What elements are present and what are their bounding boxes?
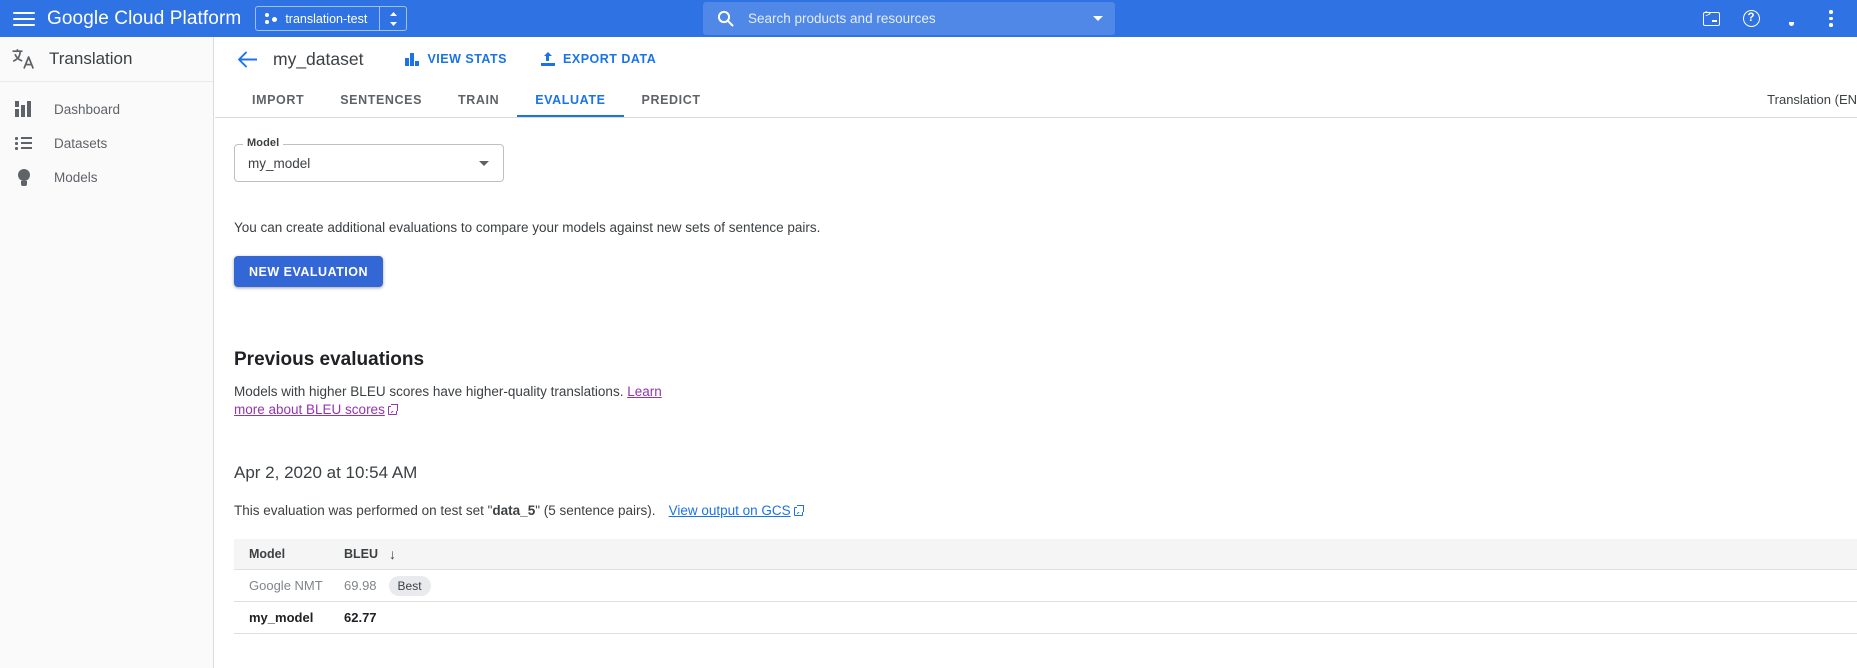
arrow-downward-icon[interactable]: ↓ [389, 546, 396, 562]
tab-sentences[interactable]: SENTENCES [322, 82, 440, 117]
open-in-new-icon [388, 406, 397, 415]
main-content: my_dataset VIEW STATS EXPORT DATA IMPORT… [215, 37, 1857, 668]
cell-bleu: 62.77 [329, 602, 1857, 634]
dashboard-icon [13, 99, 34, 120]
language-pair-label: Translation (EN [1767, 82, 1857, 117]
sidebar-item-label: Dashboard [54, 102, 120, 117]
tab-import[interactable]: IMPORT [234, 82, 322, 117]
bleu-description-text: Models with higher BLEU scores have high… [234, 384, 627, 399]
tab-train[interactable]: TRAIN [440, 82, 517, 117]
cell-model: my_model [234, 602, 329, 634]
page-title: my_dataset [273, 49, 363, 70]
project-name: translation-test [285, 12, 367, 26]
product-title: Translation [49, 49, 132, 69]
sidebar-item-models[interactable]: Models [0, 160, 213, 194]
evaluate-description: You can create additional evaluations to… [234, 220, 1857, 235]
model-select-value: my_model [248, 156, 465, 171]
list-icon [13, 133, 34, 154]
project-dots-icon [265, 12, 278, 25]
evaluate-panel: my_model Model You can create additional… [215, 144, 1857, 634]
sidebar-nav: Dashboard Datasets Models [0, 82, 213, 194]
translate-icon [11, 47, 36, 71]
lightbulb-icon [13, 167, 34, 188]
cell-bleu: 69.98 Best [329, 570, 1857, 602]
view-output-gcs-link[interactable]: View output on GCS [669, 503, 791, 518]
model-select-field: my_model Model [234, 144, 504, 182]
column-header-model[interactable]: Model [234, 539, 329, 570]
evaluation-date: Apr 2, 2020 at 10:54 AM [234, 463, 1857, 483]
evaluation-subtitle-prefix: This evaluation was performed on test se… [234, 503, 492, 518]
status-badge: Best [389, 576, 431, 596]
unfold-more-icon[interactable] [380, 7, 406, 30]
model-select-label: Model [243, 137, 283, 149]
search-dropdown-icon[interactable] [1081, 2, 1115, 35]
upload-icon [541, 52, 555, 66]
bleu-value: 69.98 [344, 578, 377, 593]
table-header-row: Model BLEU ↓ [234, 539, 1857, 570]
bar-chart-icon [405, 53, 419, 66]
top-app-bar: Google Cloud Platform translation-test [0, 0, 1857, 37]
cell-model: Google NMT [234, 570, 329, 602]
table-row[interactable]: Google NMT 69.98 Best [234, 570, 1857, 602]
sidebar-item-label: Datasets [54, 136, 107, 151]
evaluation-test-set: data_5 [492, 503, 535, 518]
table-row[interactable]: my_model 62.77 [234, 602, 1857, 634]
notifications-bell-icon[interactable] [1773, 1, 1809, 37]
open-in-new-icon [794, 507, 803, 516]
search-input[interactable] [748, 11, 1081, 26]
chevron-down-icon[interactable] [465, 161, 503, 166]
more-vert-icon[interactable] [1813, 1, 1849, 37]
bleu-description: Models with higher BLEU scores have high… [234, 383, 684, 419]
model-select[interactable]: my_model [234, 144, 504, 182]
view-stats-button[interactable]: VIEW STATS [405, 52, 507, 66]
help-icon[interactable]: ? [1733, 1, 1769, 37]
previous-evaluations-title: Previous evaluations [234, 349, 1857, 371]
evaluation-subtitle-suffix: " (5 sentence pairs). [535, 503, 655, 518]
column-header-bleu[interactable]: BLEU ↓ [329, 539, 1857, 570]
topbar-actions: ? [1693, 0, 1849, 37]
evaluation-subtitle: This evaluation was performed on test se… [234, 503, 1857, 518]
project-selector-main[interactable]: translation-test [256, 7, 380, 30]
tab-predict[interactable]: PREDICT [624, 82, 719, 117]
sidebar-item-label: Models [54, 170, 98, 185]
column-header-bleu-label: BLEU [344, 547, 378, 561]
project-selector[interactable]: translation-test [255, 6, 407, 31]
tab-evaluate[interactable]: EVALUATE [517, 82, 623, 117]
evaluation-results-table: Model BLEU ↓ Google NMT 69.98 Best [234, 539, 1857, 635]
new-evaluation-button[interactable]: NEW EVALUATION [234, 256, 383, 287]
search-bar[interactable] [703, 2, 1115, 35]
view-output-gcs-label: View output on GCS [669, 503, 791, 518]
cloud-shell-icon[interactable] [1693, 1, 1729, 37]
search-icon [717, 10, 734, 27]
arrow-back-icon[interactable] [234, 46, 260, 72]
export-data-label: EXPORT DATA [563, 52, 656, 66]
view-stats-label: VIEW STATS [427, 52, 507, 66]
hamburger-menu-icon[interactable] [13, 8, 35, 30]
sidebar: Translation Dashboard Datasets Models [0, 37, 214, 668]
product-header: Translation [0, 37, 213, 82]
brand-title: Google Cloud Platform [47, 8, 255, 30]
export-data-button[interactable]: EXPORT DATA [541, 52, 656, 66]
page-header: my_dataset VIEW STATS EXPORT DATA [215, 37, 1857, 82]
sidebar-item-dashboard[interactable]: Dashboard [0, 92, 213, 126]
tab-bar: IMPORT SENTENCES TRAIN EVALUATE PREDICT … [215, 82, 1857, 118]
sidebar-item-datasets[interactable]: Datasets [0, 126, 213, 160]
